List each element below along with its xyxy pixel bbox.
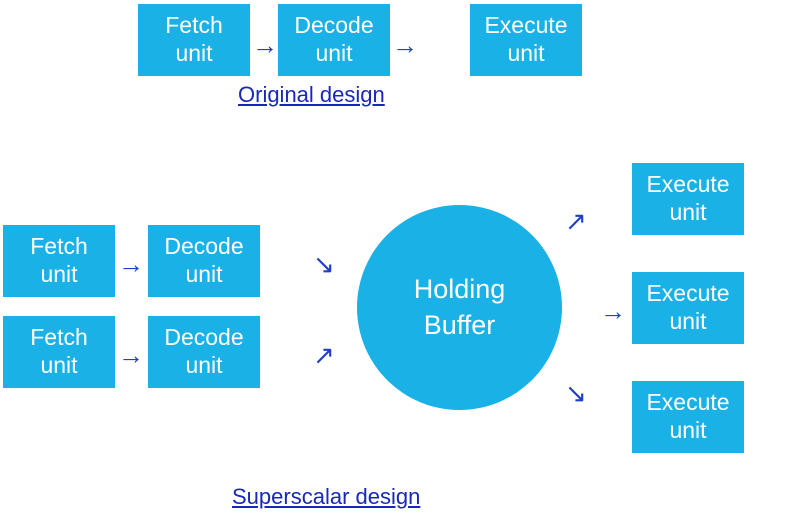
ss-decode-unit-1: Decodeunit <box>148 225 260 297</box>
ss-exec1-label: Executeunit <box>646 171 729 226</box>
arrow-downright-icon: ↘ <box>313 249 335 280</box>
ss-execute-unit-3: Executeunit <box>632 381 744 453</box>
arrow-right-icon: → <box>118 249 144 280</box>
orig-decode-label: Decodeunit <box>294 12 373 67</box>
ss-fetch-unit-1: Fetchunit <box>3 225 115 297</box>
ss-execute-unit-1: Executeunit <box>632 163 744 235</box>
ss-fetch1-label: Fetchunit <box>30 233 88 288</box>
holding-buffer: HoldingBuffer <box>357 205 562 410</box>
arrow-upright-icon: ↗ <box>313 340 335 371</box>
arrow-upright-icon: ↗ <box>565 206 587 237</box>
orig-decode-unit: Decodeunit <box>278 4 390 76</box>
ss-decode1-label: Decodeunit <box>164 233 243 288</box>
ss-decode2-label: Decodeunit <box>164 324 243 379</box>
ss-exec2-label: Executeunit <box>646 280 729 335</box>
ss-decode-unit-2: Decodeunit <box>148 316 260 388</box>
orig-execute-label: Executeunit <box>484 12 567 67</box>
original-design-caption: Original design <box>238 82 385 108</box>
ss-execute-unit-2: Executeunit <box>632 272 744 344</box>
superscalar-design-caption: Superscalar design <box>232 484 420 510</box>
orig-fetch-label: Fetchunit <box>165 12 223 67</box>
orig-execute-unit: Executeunit <box>470 4 582 76</box>
arrow-right-icon: → <box>600 296 626 327</box>
holding-buffer-label: HoldingBuffer <box>414 272 506 342</box>
arrow-downright-icon: ↘ <box>565 378 587 409</box>
ss-exec3-label: Executeunit <box>646 389 729 444</box>
arrow-right-icon: → <box>118 340 144 371</box>
ss-fetch-unit-2: Fetchunit <box>3 316 115 388</box>
arrow-right-icon: → <box>392 30 418 61</box>
ss-fetch2-label: Fetchunit <box>30 324 88 379</box>
orig-fetch-unit: Fetchunit <box>138 4 250 76</box>
arrow-right-icon: → <box>252 30 278 61</box>
